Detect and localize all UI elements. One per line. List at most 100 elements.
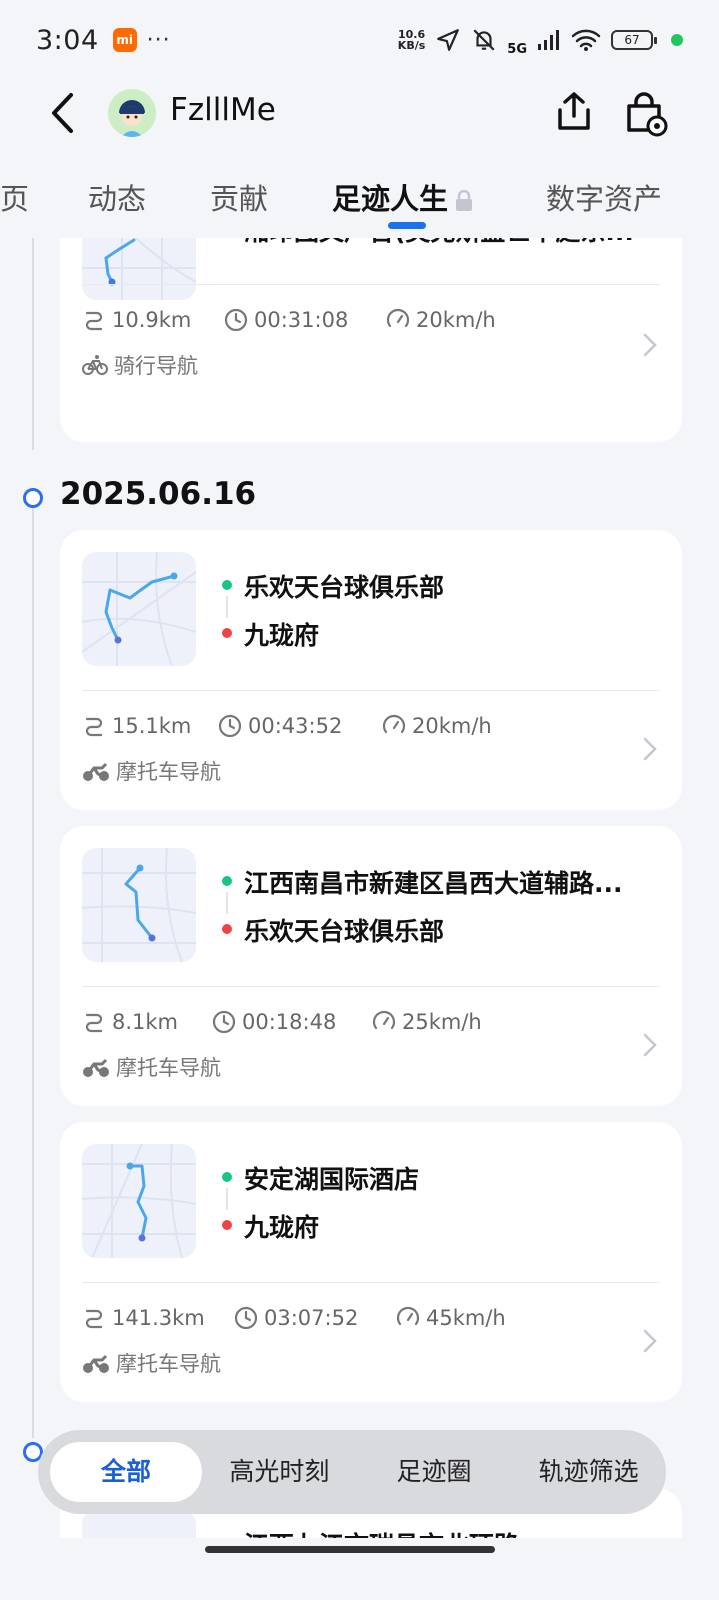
- end-dot: [222, 924, 232, 934]
- speed-value: 20km/h: [416, 308, 496, 332]
- route-map: [82, 552, 196, 666]
- trip-timeline[interactable]: 湘印图文广告(奥克斯盛世华庭东... 10.9km 00:31:08 20km/…: [0, 238, 719, 1538]
- speedometer-icon: [396, 1306, 420, 1326]
- battery-icon: 67: [611, 30, 657, 50]
- duration-stat: 00:43:52: [218, 714, 342, 738]
- timeline-line: [32, 238, 34, 450]
- share-button[interactable]: [552, 90, 596, 134]
- speedometer-icon: [372, 1010, 396, 1030]
- speedometer-icon: [386, 308, 410, 328]
- nav-mode: 骑行导航: [82, 350, 198, 380]
- location-connector: [226, 1188, 228, 1210]
- mi-app-icon: mi: [112, 28, 137, 52]
- route-map-thumbnail: [82, 238, 196, 300]
- end-dot: [222, 628, 232, 638]
- trip-end-location: 九珑府: [244, 621, 320, 650]
- bag-settings-icon: [627, 92, 668, 137]
- avatar[interactable]: [108, 89, 156, 137]
- network-type: 5G: [507, 41, 527, 57]
- route-map-thumbnail: [82, 1144, 196, 1258]
- tab-activity[interactable]: 动态: [88, 176, 146, 218]
- route-icon: [85, 1013, 103, 1033]
- speed-stat: 20km/h: [382, 714, 492, 738]
- profile-header: FzlllMe: [0, 80, 719, 146]
- speedometer-icon: [382, 714, 406, 734]
- timeline-dot: [23, 488, 43, 508]
- duration-stat: 03:07:52: [234, 1306, 358, 1330]
- nav-mode-label: 摩托车导航: [116, 1056, 221, 1080]
- divider: [82, 690, 660, 691]
- duration-stat: 00:31:08: [224, 308, 348, 332]
- speed-value: 20km/h: [412, 714, 492, 738]
- username: FzlllMe: [170, 92, 276, 128]
- date-label: 2025.06.16: [60, 476, 257, 512]
- tab-digital-assets[interactable]: 数字资产: [546, 176, 662, 218]
- distance-value: 10.9km: [112, 308, 192, 332]
- distance-stat: 15.1km: [82, 714, 191, 738]
- trip-card[interactable]: 乐欢天台球俱乐部 九珑府 15.1km 00:43:52 20km/h 摩托车导…: [60, 530, 682, 810]
- divider: [82, 986, 660, 987]
- speed-stat: 45km/h: [396, 1306, 506, 1330]
- clock-icon: [234, 1306, 258, 1330]
- end-dot: [222, 1220, 232, 1230]
- trip-start-location: 江西南昌市新建区昌西大道辅路...: [244, 869, 623, 898]
- motorcycle-icon: [83, 762, 109, 781]
- duration-value: 00:31:08: [254, 308, 349, 332]
- filter-highlights[interactable]: 高光时刻: [202, 1442, 357, 1502]
- clock-icon: [224, 308, 248, 332]
- nav-mode: 摩托车导航: [82, 756, 221, 786]
- route-map: [82, 848, 196, 962]
- nav-mode: 摩托车导航: [82, 1052, 221, 1082]
- trip-card[interactable]: 江西南昌市新建区昌西大道辅路... 乐欢天台球俱乐部 8.1km 00:18:4…: [60, 826, 682, 1106]
- route-map-thumbnail: [82, 552, 196, 666]
- start-dot: [222, 580, 232, 590]
- nav-mode: 摩托车导航: [82, 1348, 221, 1378]
- tab-home[interactable]: 页: [0, 176, 29, 218]
- speed-stat: 25km/h: [372, 1010, 482, 1034]
- tab-contributions[interactable]: 贡献: [210, 176, 268, 218]
- duration-value: 00:18:48: [242, 1010, 337, 1034]
- distance-stat: 8.1km: [82, 1010, 178, 1034]
- net-speed-unit: KB/s: [397, 39, 426, 52]
- shop-settings-button[interactable]: [622, 90, 670, 138]
- signal-icon: [538, 30, 559, 50]
- speed-value: 25km/h: [402, 1010, 482, 1034]
- status-bar: 3:04 mi ··· 10.6 KB/s 5G 67: [0, 0, 719, 80]
- home-indicator[interactable]: [205, 1546, 495, 1553]
- timeline-line: [32, 508, 34, 1438]
- net-speed: 10.6 KB/s: [398, 29, 425, 51]
- chevron-right-icon: [643, 333, 657, 357]
- nav-mode-label: 摩托车导航: [116, 760, 221, 784]
- bicycle-icon: [82, 355, 108, 375]
- route-icon: [85, 1309, 103, 1329]
- duration-stat: 00:18:48: [212, 1010, 336, 1034]
- more-notifications-icon: ···: [146, 27, 171, 53]
- bell-muted-icon: [473, 29, 495, 51]
- route-icon: [85, 717, 103, 737]
- lock-icon: [456, 190, 473, 211]
- location-connector: [226, 892, 228, 914]
- route-map: [82, 238, 196, 300]
- avatar-image: [108, 89, 156, 137]
- back-button[interactable]: [42, 90, 82, 136]
- filter-footprint-circle[interactable]: 足迹圈: [357, 1442, 512, 1502]
- chevron-left-icon: [52, 93, 73, 133]
- active-tab-indicator: [388, 222, 426, 229]
- wifi-icon: [571, 29, 601, 51]
- trip-start-location: 乐欢天台球俱乐部: [244, 573, 445, 602]
- share-icon: [558, 92, 590, 130]
- route-map-thumbnail: [82, 848, 196, 962]
- filter-bar: 全部 高光时刻 足迹圈 轨迹筛选: [38, 1430, 666, 1514]
- route-map-thumbnail: [82, 1510, 196, 1538]
- divider: [82, 284, 660, 285]
- tab-footprint-life[interactable]: 足迹人生: [332, 176, 474, 218]
- trip-card[interactable]: 湘印图文广告(奥克斯盛世华庭东... 10.9km 00:31:08 20km/…: [60, 238, 682, 442]
- filter-all[interactable]: 全部: [50, 1442, 202, 1502]
- trip-card[interactable]: 安定湖国际酒店 九珑府 141.3km 03:07:52 45km/h 摩托车导…: [60, 1122, 682, 1402]
- nav-mode-label: 摩托车导航: [116, 1352, 221, 1376]
- location-connector: [226, 596, 228, 618]
- divider: [82, 1282, 660, 1283]
- chevron-right-icon: [643, 737, 657, 761]
- distance-value: 8.1km: [112, 1010, 179, 1034]
- filter-track[interactable]: 轨迹筛选: [511, 1442, 666, 1502]
